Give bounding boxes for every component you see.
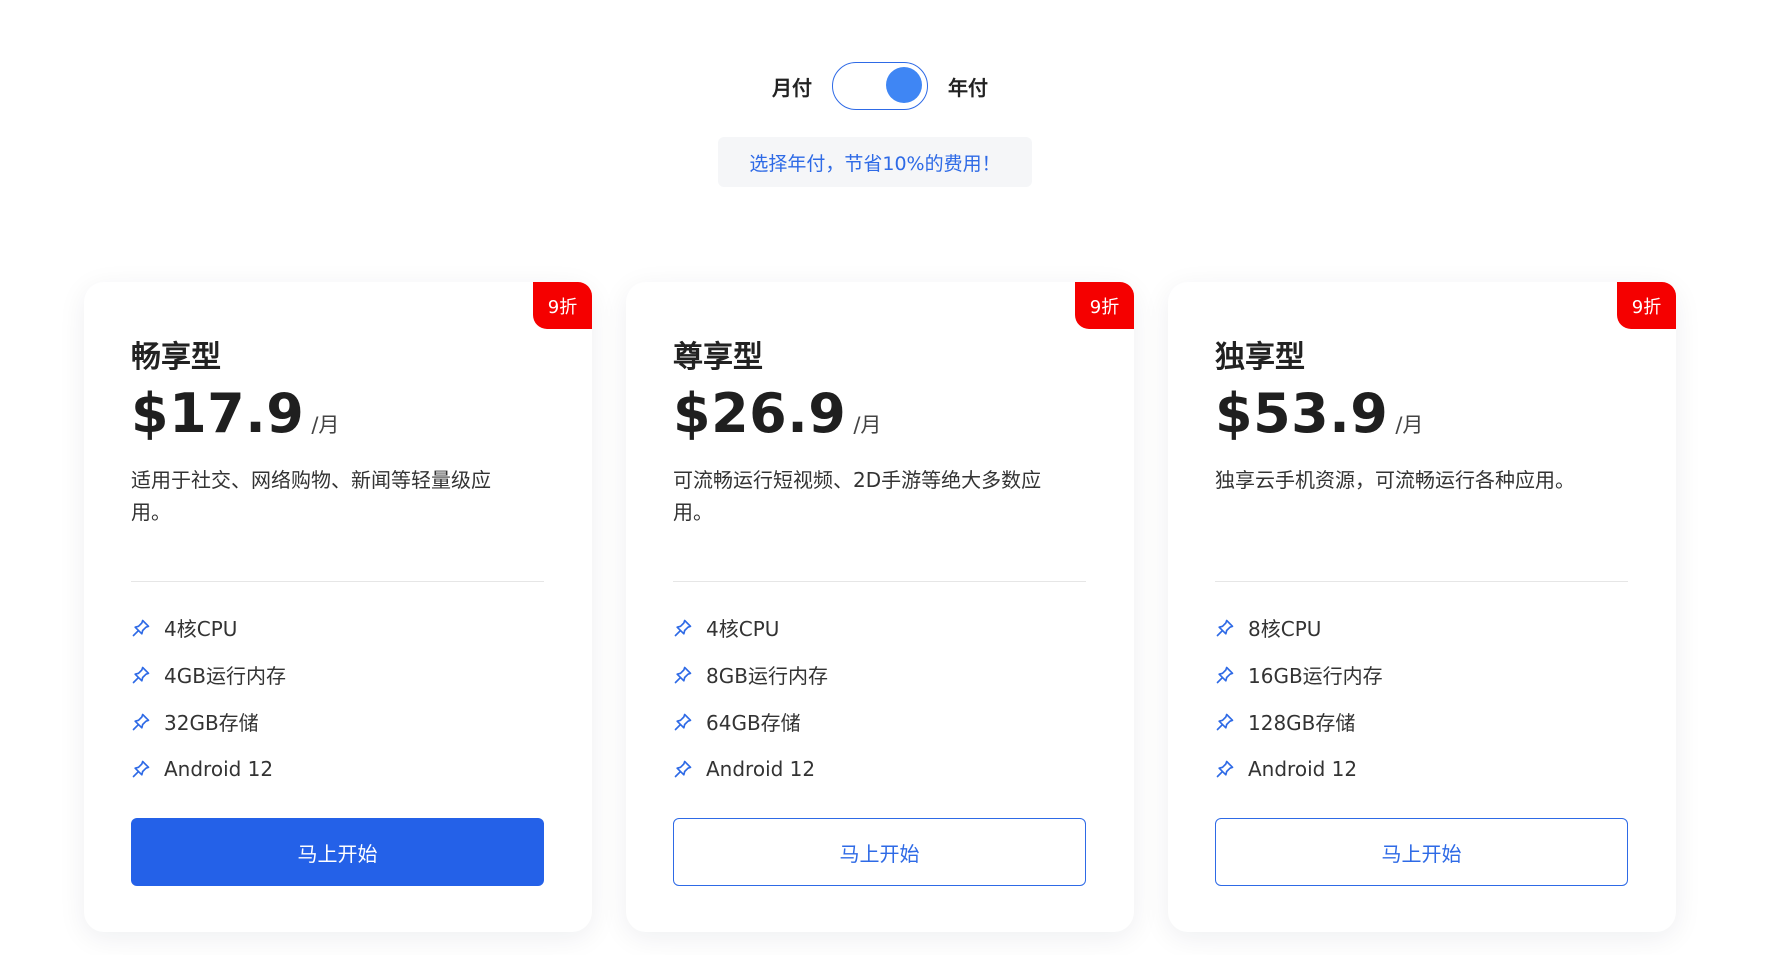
pin-icon [674, 713, 692, 730]
start-now-button[interactable]: 马上开始 [1215, 818, 1628, 886]
feature-text: Android 12 [706, 756, 816, 781]
feature-text: Android 12 [164, 756, 274, 781]
pin-icon [674, 760, 692, 777]
feature-text: 4GB运行内存 [164, 664, 286, 688]
plan-price: $53.9 [1215, 382, 1389, 445]
price-row: $26.9 /月 [673, 382, 881, 445]
pricing-page: 月付 年付 选择年付，节省10%的费用！ 9折 畅享型 $17.9 /月 适用于… [0, 0, 1787, 955]
plan-price: $17.9 [131, 382, 305, 445]
feature-item: Android 12 [673, 745, 828, 792]
feature-item: 8核CPU [1215, 604, 1383, 651]
plan-name: 畅享型 [131, 340, 221, 375]
feature-list: 8核CPU 16GB运行内存 128GB存储 Android 12 [1215, 604, 1383, 792]
feature-text: 128GB存储 [1248, 711, 1356, 735]
yearly-promo-banner: 选择年付，节省10%的费用！ [718, 137, 1032, 187]
price-period: /月 [1395, 413, 1424, 437]
pin-icon [1216, 713, 1234, 730]
plan-description: 可流畅运行短视频、2D手游等绝大多数应用。 [673, 468, 1042, 524]
pin-icon [1216, 760, 1234, 777]
plan-card-zunxiang: 9折 尊享型 $26.9 /月 可流畅运行短视频、2D手游等绝大多数应用。 4核… [626, 282, 1134, 932]
divider [673, 581, 1086, 582]
feature-text: 8GB运行内存 [706, 664, 828, 688]
feature-list: 4核CPU 8GB运行内存 64GB存储 Android 12 [673, 604, 828, 792]
feature-item: Android 12 [131, 745, 286, 792]
billing-switch: 月付 年付 [0, 62, 1760, 110]
pin-icon [132, 713, 150, 730]
price-row: $53.9 /月 [1215, 382, 1423, 445]
divider [1215, 581, 1628, 582]
start-now-button[interactable]: 马上开始 [673, 818, 1086, 886]
feature-text: Android 12 [1248, 756, 1358, 781]
toggle-knob[interactable] [886, 67, 922, 103]
pin-icon [1216, 666, 1234, 683]
feature-text: 8核CPU [1248, 617, 1322, 641]
feature-item: 4核CPU [131, 604, 286, 651]
pin-icon [674, 619, 692, 636]
plan-card-changxiang: 9折 畅享型 $17.9 /月 适用于社交、网络购物、新闻等轻量级应用。 4核C… [84, 282, 592, 932]
pin-icon [132, 760, 150, 777]
pin-icon [132, 666, 150, 683]
plan-description: 适用于社交、网络购物、新闻等轻量级应用。 [131, 468, 491, 524]
feature-item: 16GB运行内存 [1215, 651, 1383, 698]
feature-item: 4GB运行内存 [131, 651, 286, 698]
billing-toggle[interactable] [832, 62, 928, 110]
plan-description: 独享云手机资源，可流畅运行各种应用。 [1215, 468, 1575, 492]
feature-item: Android 12 [1215, 745, 1383, 792]
plan-price: $26.9 [673, 382, 847, 445]
discount-badge: 9折 [533, 282, 592, 329]
feature-item: 128GB存储 [1215, 698, 1383, 745]
feature-item: 4核CPU [673, 604, 828, 651]
feature-text: 16GB运行内存 [1248, 664, 1383, 688]
plan-name: 尊享型 [673, 340, 763, 375]
divider [131, 581, 544, 582]
feature-text: 4核CPU [706, 617, 780, 641]
pin-icon [132, 619, 150, 636]
yearly-label[interactable]: 年付 [948, 72, 988, 101]
discount-badge: 9折 [1075, 282, 1134, 329]
price-period: /月 [853, 413, 882, 437]
plan-card-duxiang: 9折 独享型 $53.9 /月 独享云手机资源，可流畅运行各种应用。 8核CPU… [1168, 282, 1676, 932]
price-row: $17.9 /月 [131, 382, 339, 445]
feature-item: 32GB存储 [131, 698, 286, 745]
price-period: /月 [311, 413, 340, 437]
feature-list: 4核CPU 4GB运行内存 32GB存储 Android 12 [131, 604, 286, 792]
feature-text: 32GB存储 [164, 711, 259, 735]
monthly-label[interactable]: 月付 [772, 72, 812, 101]
feature-item: 64GB存储 [673, 698, 828, 745]
pin-icon [674, 666, 692, 683]
feature-text: 4核CPU [164, 617, 238, 641]
feature-text: 64GB存储 [706, 711, 801, 735]
plan-name: 独享型 [1215, 340, 1305, 375]
pin-icon [1216, 619, 1234, 636]
discount-badge: 9折 [1617, 282, 1676, 329]
start-now-button[interactable]: 马上开始 [131, 818, 544, 886]
feature-item: 8GB运行内存 [673, 651, 828, 698]
